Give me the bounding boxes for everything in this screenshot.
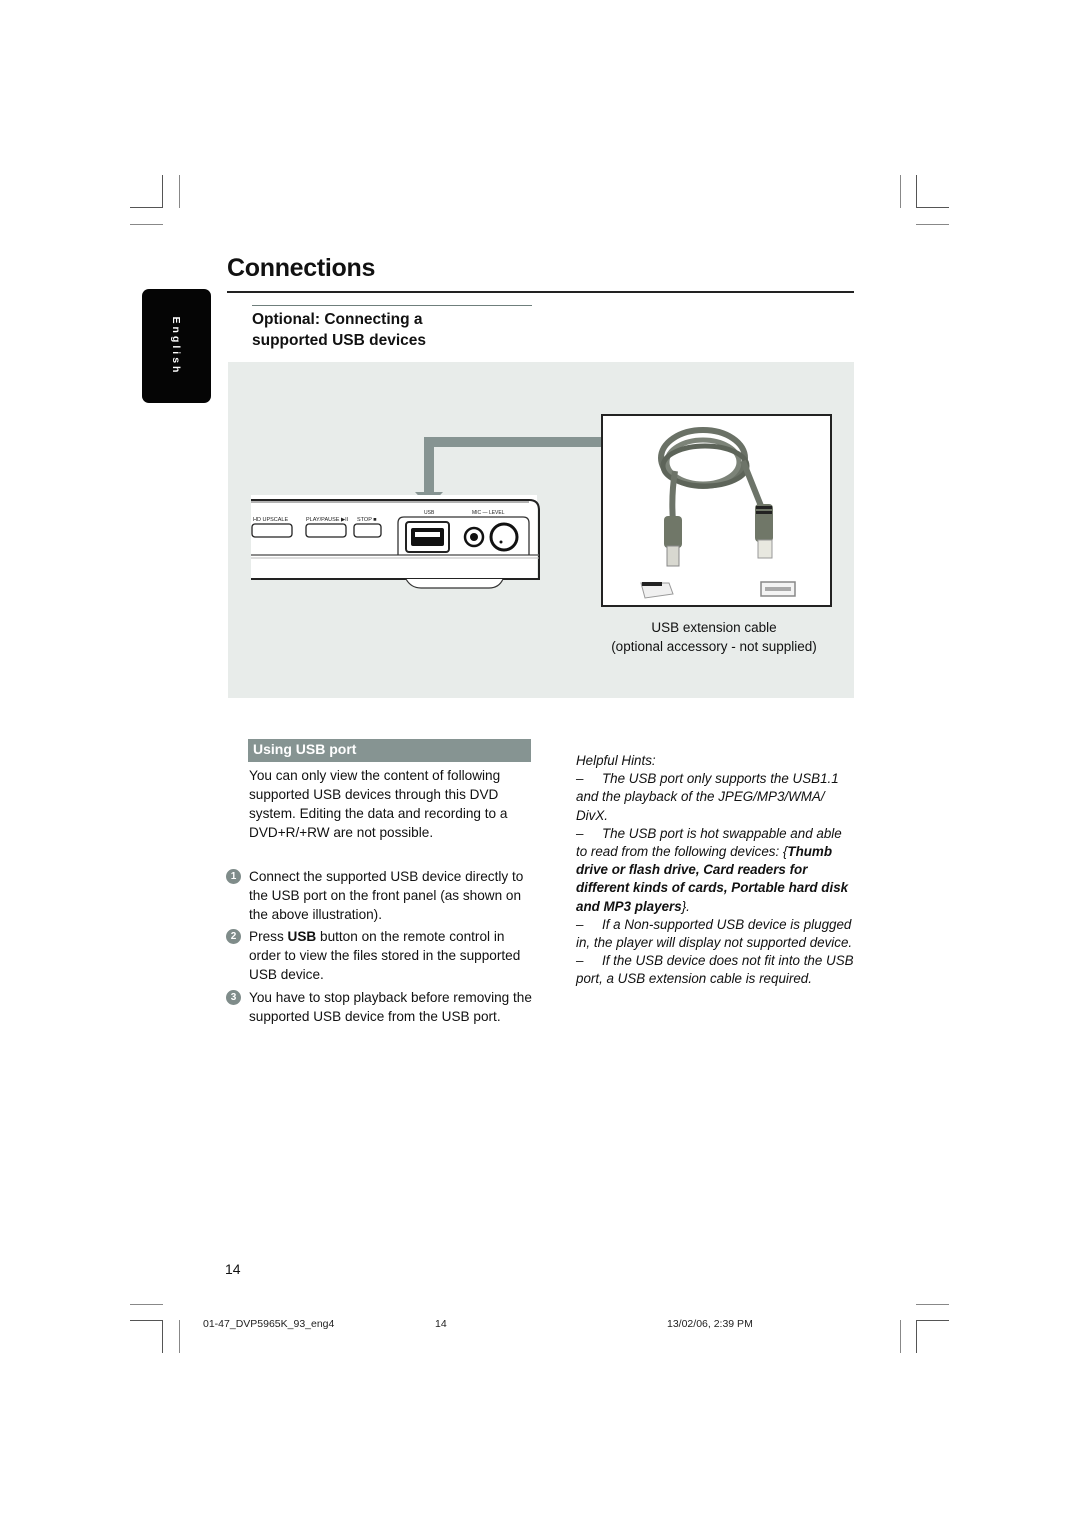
step-number-icon: 3	[226, 990, 241, 1005]
dash: –	[576, 771, 584, 787]
crop-mark	[916, 175, 917, 208]
step-number-icon: 1	[226, 869, 241, 884]
subsection-heading-bar: Using USB port	[248, 739, 531, 762]
section-heading-line: Optional: Connecting a	[252, 311, 423, 328]
hint-text: The USB port only supports the USB1.1 an…	[576, 771, 839, 823]
footer-file-name: 01-47_DVP5965K_93_eng4	[203, 1318, 335, 1330]
crop-mark	[130, 1304, 163, 1305]
hd-upscale-button	[251, 523, 293, 538]
step-item: 1 Connect the supported USB device direc…	[226, 867, 536, 924]
step-item: 2 Press USB button on the remote control…	[226, 927, 536, 984]
usb-plug-male-icon	[640, 582, 674, 599]
crop-mark	[916, 1320, 917, 1353]
crop-mark	[179, 175, 180, 208]
intro-paragraph: You can only view the content of followi…	[249, 768, 508, 840]
dvd-player-front-panel: HD UPSCALE PLAY/PAUSE ▶II STOP ■ USB MIC…	[251, 495, 540, 589]
hint-item: – If the USB device does not fit into the…	[576, 952, 856, 988]
connection-arrow-line	[424, 437, 602, 447]
footer-timestamp: 13/02/06, 2:39 PM	[667, 1318, 753, 1330]
hint-item: – If a Non-supported USB device is plugge…	[576, 916, 856, 952]
step-number-icon: 2	[226, 929, 241, 944]
hint-item: – The USB port is hot swappable and able …	[576, 825, 856, 916]
crop-mark	[916, 207, 949, 208]
step-text: Press USB button on the remote control i…	[249, 927, 536, 984]
page-title: Connections	[227, 254, 376, 282]
play-pause-button	[305, 523, 347, 538]
mic-level-label: MIC — LEVEL	[472, 510, 505, 516]
level-knob	[489, 522, 519, 552]
crop-mark	[130, 1320, 163, 1321]
subsection-heading: Using USB port	[253, 741, 357, 757]
section-heading-line: supported USB devices	[252, 332, 426, 349]
cable-caption: USB extension cable (optional accessory …	[590, 618, 838, 656]
usb-extension-cable-image	[601, 414, 832, 607]
usb-label: USB	[424, 510, 435, 516]
stop-button	[353, 523, 382, 538]
crop-mark	[130, 207, 163, 208]
crop-mark	[900, 1320, 901, 1353]
section-divider	[252, 305, 532, 306]
crop-mark	[130, 224, 163, 225]
footer-print-page: 14	[435, 1318, 447, 1330]
crop-mark	[916, 1320, 949, 1321]
hd-upscale-label: HD UPSCALE	[253, 517, 288, 523]
dash: –	[576, 953, 584, 969]
hint-text: If a Non-supported USB device is plugged…	[576, 916, 853, 951]
section-heading: Optional: Connecting a supported USB dev…	[252, 309, 532, 351]
usb-cable-icon	[640, 427, 796, 599]
crop-mark	[916, 1304, 949, 1305]
helpful-hints: Helpful Hints: – The USB port only suppor…	[576, 752, 856, 989]
stop-label: STOP ■	[357, 517, 377, 523]
cable-caption-line: USB extension cable	[651, 620, 777, 635]
crop-mark	[900, 175, 901, 208]
step-text-bold: USB	[287, 929, 317, 944]
crop-mark	[916, 224, 949, 225]
play-pause-label: PLAY/PAUSE ▶II	[306, 517, 349, 523]
dash: –	[576, 916, 584, 932]
step-item: 3 You have to stop playback before remov…	[226, 988, 536, 1026]
hint-text: }.	[681, 898, 690, 914]
step-text: You have to stop playback before removin…	[249, 990, 532, 1024]
connection-arrow-line	[424, 437, 434, 494]
page-number: 14	[225, 1261, 241, 1277]
hints-title: Helpful Hints:	[576, 753, 656, 768]
step-text: Connect the supported USB device directl…	[249, 869, 524, 922]
dash: –	[576, 825, 584, 841]
crop-mark	[179, 1320, 180, 1353]
crop-mark	[162, 1320, 163, 1353]
step-text-part: Press	[249, 929, 288, 944]
usb-socket-female-icon	[760, 581, 796, 597]
language-tab: English	[142, 289, 211, 403]
language-tab-label: English	[170, 316, 182, 376]
crop-mark	[162, 175, 163, 208]
hint-text: If the USB device does not fit into the …	[576, 953, 854, 987]
cable-caption-line: (optional accessory - not supplied)	[611, 639, 817, 654]
title-divider	[227, 291, 854, 293]
hint-item: – The USB port only supports the USB1.1 a…	[576, 770, 856, 825]
